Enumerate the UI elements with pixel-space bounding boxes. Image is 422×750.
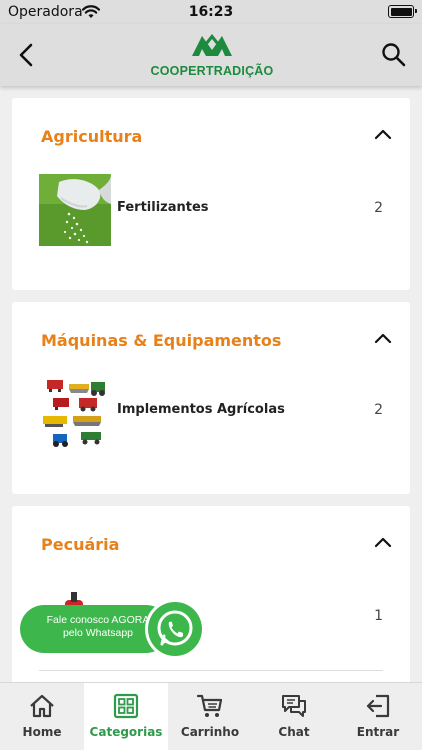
tab-entrar[interactable]: Entrar	[336, 683, 420, 750]
bottom-tab-bar: Home Categorias Carrinho Chat Entrar	[0, 682, 422, 750]
tab-label: Categorias	[89, 725, 163, 739]
category-title: Máquinas & Equipamentos	[41, 331, 282, 350]
subcategory-count: 1	[374, 608, 383, 624]
tab-categorias[interactable]: Categorias	[84, 683, 168, 750]
subcategory-item-implementos[interactable]: Implementos Agrícolas 2	[39, 376, 383, 450]
coopertradicao-logo: COOPERTRADIÇÃO	[150, 32, 274, 80]
whatsapp-text-line1: Fale conosco AGORA	[46, 614, 150, 626]
tab-chat[interactable]: Chat	[252, 683, 336, 750]
subcategory-count: 2	[374, 200, 383, 216]
whatsapp-text-line2: pelo Whatsapp	[62, 627, 134, 639]
home-icon	[30, 694, 54, 718]
category-list: Agricultura Fertilizantes 2 Máquinas & E…	[0, 86, 422, 682]
status-bar: Operadora 16:23	[0, 0, 422, 24]
machinery-photo	[39, 376, 111, 448]
battery-icon	[388, 5, 417, 18]
chevron-up-icon[interactable]	[374, 332, 392, 344]
category-title: Pecuária	[41, 535, 120, 554]
category-card-agricultura: Agricultura Fertilizantes 2	[12, 98, 410, 290]
tab-label: Carrinho	[180, 725, 240, 739]
fertilizer-photo	[39, 174, 111, 246]
clock: 16:23	[188, 4, 234, 20]
whatsapp-contact-button[interactable]: Fale conosco AGORA pelo Whatsapp	[20, 598, 205, 662]
chevron-up-icon[interactable]	[374, 536, 392, 548]
login-icon	[366, 694, 390, 718]
divider	[39, 670, 383, 671]
chevron-up-icon[interactable]	[374, 128, 392, 140]
tab-home[interactable]: Home	[0, 683, 84, 750]
grid-icon	[113, 693, 139, 719]
subcategory-label: Implementos Agrícolas	[117, 402, 285, 417]
tab-label: Entrar	[356, 725, 400, 739]
cart-icon	[196, 694, 223, 717]
logo-text: COOPERTRADIÇÃO	[150, 64, 274, 78]
subcategory-label: Fertilizantes	[117, 200, 209, 215]
logo-mark-icon	[192, 34, 232, 56]
search-icon[interactable]	[380, 41, 408, 69]
chevron-left-icon[interactable]	[14, 40, 38, 70]
top-navbar: COOPERTRADIÇÃO	[0, 24, 422, 86]
subcategory-count: 2	[374, 402, 383, 418]
tab-label: Home	[22, 725, 62, 739]
whatsapp-icon	[145, 599, 205, 659]
tab-carrinho[interactable]: Carrinho	[168, 683, 252, 750]
chat-icon	[282, 695, 306, 717]
category-card-maquinas: Máquinas & Equipamentos Implementos Agrí…	[12, 302, 410, 494]
category-title: Agricultura	[41, 127, 143, 146]
subcategory-item-fertilizantes[interactable]: Fertilizantes 2	[39, 174, 383, 248]
tab-label: Chat	[278, 725, 310, 739]
